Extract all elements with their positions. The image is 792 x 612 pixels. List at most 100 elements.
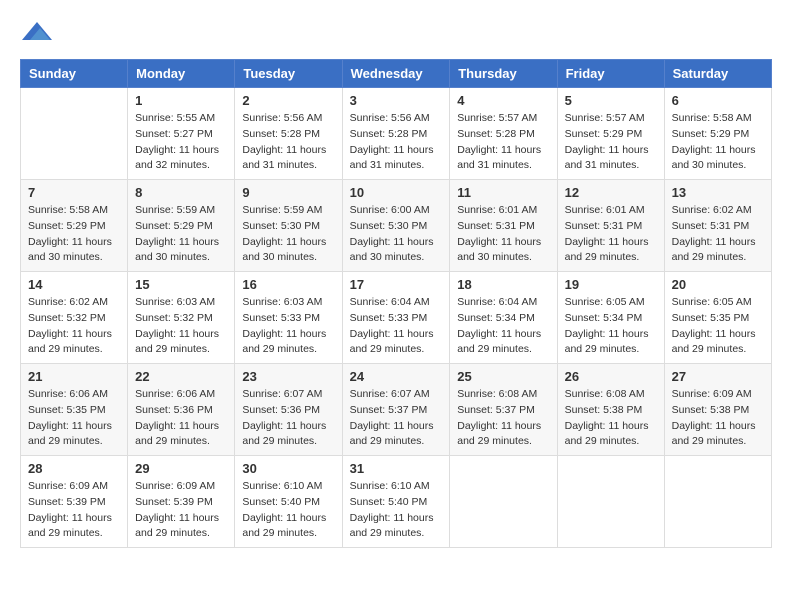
day-info: Sunrise: 5:56 AM Sunset: 5:28 PM Daylight:… xyxy=(350,111,443,174)
sunset-text: Sunset: 5:28 PM xyxy=(457,128,535,140)
sunset-text: Sunset: 5:29 PM xyxy=(565,128,643,140)
daylight-text-cont: and 29 minutes. xyxy=(457,435,532,447)
day-info: Sunrise: 6:03 AMSunset: 5:32 PMDaylight:… xyxy=(135,295,227,358)
daylight-text-cont: and 29 minutes. xyxy=(565,435,640,447)
calendar-cell xyxy=(664,456,771,548)
calendar-cell: 13Sunrise: 6:02 AMSunset: 5:31 PMDayligh… xyxy=(664,180,771,272)
calendar-header-friday: Friday xyxy=(557,60,664,88)
daylight-text-cont: and 29 minutes. xyxy=(242,343,317,355)
sunrise-text: Sunrise: 6:07 AM xyxy=(242,388,322,400)
day-info: Sunrise: 5:57 AMSunset: 5:28 PMDaylight:… xyxy=(457,111,549,174)
sunset-text: Sunset: 5:37 PM xyxy=(457,404,535,416)
sunset-text: Sunset: 5:32 PM xyxy=(135,312,213,324)
daylight-text-cont: and 30 minutes. xyxy=(672,159,747,171)
sunset-text: Sunset: 5:32 PM xyxy=(28,312,106,324)
day-number: 6 xyxy=(672,93,764,108)
calendar-cell: 10Sunrise: 6:00 AMSunset: 5:30 PMDayligh… xyxy=(342,180,450,272)
calendar-week-row: 1Sunrise: 5:55 AMSunset: 5:27 PMDaylight… xyxy=(21,88,772,180)
calendar-week-row: 21 Sunrise: 6:06 AM Sunset: 5:35 PM Dayligh… xyxy=(21,364,772,456)
day-number: 28 xyxy=(28,461,120,476)
daylight-text: Daylight: 11 hours xyxy=(28,420,112,432)
calendar-cell: 17Sunrise: 6:04 AMSunset: 5:33 PMDayligh… xyxy=(342,272,450,364)
day-number: 31 xyxy=(350,461,443,476)
day-number: 23 xyxy=(242,369,334,384)
calendar-cell xyxy=(557,456,664,548)
day-info: Sunrise: 6:01 AMSunset: 5:31 PMDaylight:… xyxy=(565,203,657,266)
daylight-text-cont: and 31 minutes. xyxy=(565,159,640,171)
day-info: Sunrise: 6:01 AMSunset: 5:31 PMDaylight:… xyxy=(457,203,549,266)
sunset-text: Sunset: 5:35 PM xyxy=(28,404,106,416)
day-number: 21 xyxy=(28,369,120,384)
calendar-cell: 18Sunrise: 6:04 AMSunset: 5:34 PMDayligh… xyxy=(450,272,557,364)
day-info: Sunrise: 6:08 AMSunset: 5:37 PMDaylight:… xyxy=(457,387,549,450)
calendar-week-row: 14Sunrise: 6:02 AMSunset: 5:32 PMDayligh… xyxy=(21,272,772,364)
sunrise-text: Sunrise: 6:04 AM xyxy=(457,296,537,308)
day-number: 17 xyxy=(350,277,443,292)
daylight-text-cont: and 29 minutes. xyxy=(28,435,103,447)
sunset-text: Sunset: 5:33 PM xyxy=(242,312,320,324)
daylight-text: Daylight: 11 hours xyxy=(565,236,649,248)
sunrise-text: Sunrise: 5:57 AM xyxy=(457,112,537,124)
day-info: Sunrise: 6:07 AMSunset: 5:36 PMDaylight:… xyxy=(242,387,334,450)
sunset-text: Sunset: 5:38 PM xyxy=(565,404,643,416)
day-info: Sunrise: 6:09 AMSunset: 5:39 PMDaylight:… xyxy=(135,479,227,542)
daylight-text: Daylight: 11 hours xyxy=(672,236,756,248)
calendar-cell: 24Sunrise: 6:07 AMSunset: 5:37 PMDayligh… xyxy=(342,364,450,456)
daylight-text: Daylight: 11 hours xyxy=(565,144,649,156)
logo-icon xyxy=(22,20,52,44)
sunrise-text: Sunrise: 6:04 AM xyxy=(350,296,430,308)
sunrise-text: Sunrise: 6:09 AM xyxy=(28,480,108,492)
calendar-cell: 25Sunrise: 6:08 AMSunset: 5:37 PMDayligh… xyxy=(450,364,557,456)
calendar-cell: 16Sunrise: 6:03 AMSunset: 5:33 PMDayligh… xyxy=(235,272,342,364)
calendar-header-thursday: Thursday xyxy=(450,60,557,88)
daylight-text-cont: and 29 minutes. xyxy=(350,435,425,447)
sunset-text: Sunset: 5:39 PM xyxy=(28,496,106,508)
day-number: 22 xyxy=(135,369,227,384)
daylight-text: Daylight: 11 hours xyxy=(242,328,326,340)
daylight-text-cont: and 29 minutes. xyxy=(672,343,747,355)
daylight-text: Daylight: 11 hours xyxy=(135,236,219,248)
calendar-cell: 27 Sunrise: 6:09 AMSunset: 5:38 PMDayligh… xyxy=(664,364,771,456)
day-number: 2 xyxy=(242,93,334,108)
sunset-text: Sunset: 5:40 PM xyxy=(350,496,428,508)
sunrise-text: Sunrise: 5:56 AM xyxy=(350,112,430,124)
day-info: Sunrise: 6:00 AMSunset: 5:30 PMDaylight:… xyxy=(350,203,443,266)
daylight-text: Daylight: 11 hours xyxy=(350,420,434,432)
day-info: Sunrise: 5:55 AMSunset: 5:27 PMDaylight:… xyxy=(135,111,227,174)
daylight-text-cont: and 30 minutes. xyxy=(457,251,532,263)
day-info: Sunrise: 6:09 AMSunset: 5:38 PMDaylight:… xyxy=(672,387,764,450)
calendar-cell: 6Sunrise: 5:58 AMSunset: 5:29 PMDaylight… xyxy=(664,88,771,180)
daylight-text-cont: and 29 minutes. xyxy=(350,343,425,355)
daylight-text-cont: and 29 minutes. xyxy=(242,435,317,447)
sunset-text: Sunset: 5:31 PM xyxy=(565,220,643,232)
day-number: 29 xyxy=(135,461,227,476)
daylight-text: Daylight: 11 hours xyxy=(350,144,434,156)
sunrise-text: Sunrise: 5:58 AM xyxy=(672,112,752,124)
day-info: Sunrise: 6:08 AMSunset: 5:38 PMDaylight:… xyxy=(565,387,657,450)
daylight-text: Daylight: 11 hours xyxy=(135,328,219,340)
daylight-text-cont: and 29 minutes. xyxy=(135,527,210,539)
daylight-text-cont: and 29 minutes. xyxy=(28,527,103,539)
daylight-text-cont: and 29 minutes. xyxy=(672,251,747,263)
sunrise-text: Sunrise: 6:06 AM xyxy=(28,388,108,400)
sunset-text: Sunset: 5:27 PM xyxy=(135,128,213,140)
calendar-week-row: 7Sunrise: 5:58 AMSunset: 5:29 PMDaylight… xyxy=(21,180,772,272)
day-number: 27 xyxy=(672,369,764,384)
sunrise-text: Sunrise: 5:56 AM xyxy=(242,112,322,124)
daylight-text-cont: and 30 minutes. xyxy=(28,251,103,263)
calendar-week-row: 28Sunrise: 6:09 AMSunset: 5:39 PMDayligh… xyxy=(21,456,772,548)
daylight-text: Daylight: 11 hours xyxy=(242,512,326,524)
day-info: Sunrise: 6:07 AMSunset: 5:37 PMDaylight:… xyxy=(350,387,443,450)
day-number: 8 xyxy=(135,185,227,200)
sunset-text: Sunset: 5:31 PM xyxy=(457,220,535,232)
sunset-text: Sunset: 5:29 PM xyxy=(28,220,106,232)
calendar-cell: 23 Sunrise: 6:07 AMSunset: 5:36 PMDayligh… xyxy=(235,364,342,456)
day-number: 30 xyxy=(242,461,334,476)
day-info: Sunrise: 6:09 AMSunset: 5:39 PMDaylight:… xyxy=(28,479,120,542)
daylight-text: Daylight: 11 hours xyxy=(565,420,649,432)
daylight-text: Daylight: 11 hours xyxy=(672,144,756,156)
calendar-cell: 11 Sunrise: 6:01 AMSunset: 5:31 PMDayligh… xyxy=(450,180,557,272)
sunset-text: Sunset: 5:28 PM xyxy=(350,128,428,140)
calendar-cell: 20Sunrise: 6:05 AMSunset: 5:35 PMDayligh… xyxy=(664,272,771,364)
day-number: 11 xyxy=(457,185,549,200)
